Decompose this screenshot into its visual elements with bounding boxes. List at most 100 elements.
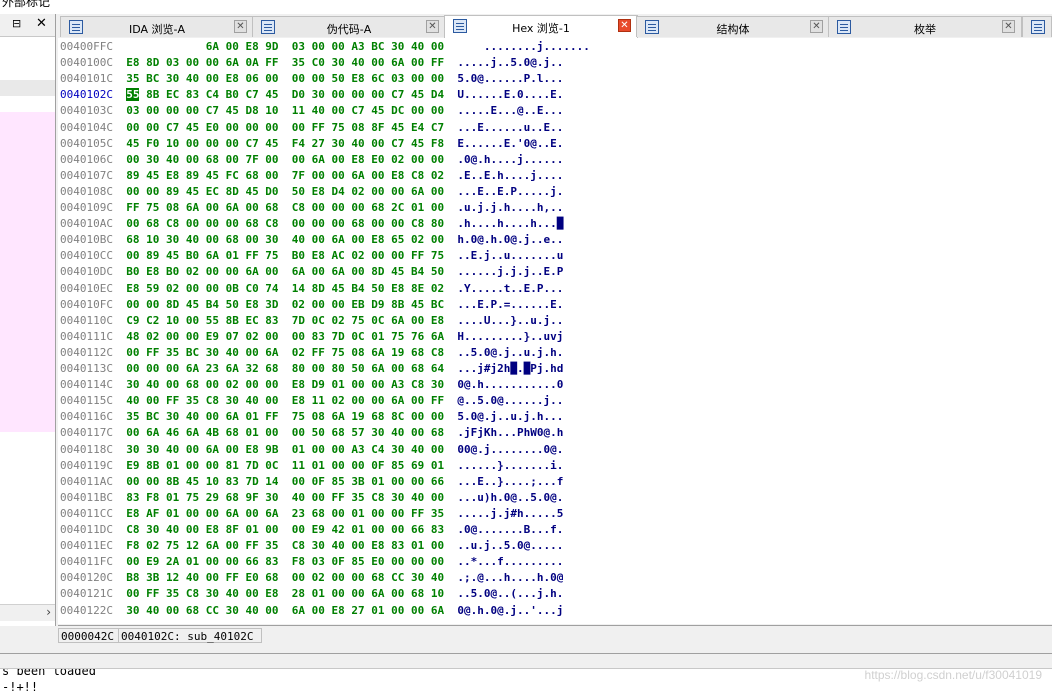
hex-row-bytes[interactable]: 55 8B EC 83 C4 B0 C7 45 D0 30 00 00 00 C… [126,88,444,102]
hex-row-ascii[interactable]: .0@.h....j...... [457,153,563,166]
hex-row-bytes[interactable]: 89 45 E8 89 45 FC 68 00 7F 00 00 6A 00 E… [126,169,444,182]
hex-row-bytes[interactable]: 68 10 30 40 00 68 00 30 40 00 6A 00 E8 6… [126,233,444,246]
hex-row-bytes[interactable]: FF 75 08 6A 00 6A 00 68 C8 00 00 00 68 2… [126,201,444,214]
hex-row-ascii[interactable]: ...j#j2h█.█Pj.hd [457,362,563,375]
hex-row-ascii[interactable]: ....U...}..u.j.. [457,314,563,327]
hex-row-bytes[interactable]: E8 AF 01 00 00 6A 00 6A 23 68 00 01 00 0… [126,507,444,520]
hex-row-ascii[interactable]: ...u)h.0@..5.0@. [457,491,563,504]
hex-row-ascii[interactable]: .....j..5.0@.j.. [457,56,563,69]
hex-row-ascii[interactable]: .....E...@..E... [457,104,563,117]
hex-row-ascii[interactable]: ...E..E.P.....j. [457,185,563,198]
tab-ida-view[interactable]: IDA 浏览-A ✕ [60,16,254,37]
hex-row-ascii[interactable]: h.0@.h.0@.j..e.. [457,233,563,246]
hex-row-bytes[interactable]: B0 E8 B0 02 00 00 6A 00 6A 00 6A 00 8D 4… [126,265,444,278]
hex-row[interactable]: 0040111C 48 02 00 00 E9 07 02 00 00 83 7… [60,329,563,345]
hex-row-ascii[interactable]: 0@.h.0@.j..'...j [457,604,563,617]
hex-row[interactable]: 0040102C 55 8B EC 83 C4 B0 C7 45 D0 30 0… [60,87,563,103]
hex-row[interactable]: 004011AC 00 00 8B 45 10 83 7D 14 00 0F 8… [60,474,563,490]
left-pane-horizontal-scrollbar[interactable]: › [0,604,55,621]
hex-row-ascii[interactable]: ..5.0@..(...j.h. [457,587,563,600]
hex-row-bytes[interactable]: B8 3B 12 40 00 FF E0 68 00 02 00 00 68 C… [126,571,444,584]
hex-row-ascii[interactable]: .;.@...h....h.0@ [457,571,563,584]
hex-row[interactable]: 0040115C 40 00 FF 35 C8 30 40 00 E8 11 0… [60,393,563,409]
hex-row[interactable]: 0040121C 00 FF 35 C8 30 40 00 E8 28 01 0… [60,586,563,602]
hex-row-ascii[interactable]: ...E..}....;...f [457,475,563,488]
hex-dump-view[interactable]: 00400FFC 6A 00 E8 9D 03 00 00 A3 BC 30 4… [58,38,1052,624]
tab-close-icon[interactable]: ✕ [1002,20,1015,33]
hex-row-ascii[interactable]: 5.0@.j..u.j.h... [457,410,563,423]
hex-row-bytes[interactable]: 35 BC 30 40 00 6A 01 FF 75 08 6A 19 68 8… [126,410,444,423]
hex-row-bytes[interactable]: 35 BC 30 40 00 E8 06 00 00 00 50 E8 6C 0… [126,72,444,85]
hex-row-bytes[interactable]: E9 8B 01 00 00 81 7D 0C 11 01 00 00 0F 8… [126,459,444,472]
tab-hex-view[interactable]: Hex 浏览-1 ✕ [444,15,638,38]
hex-row[interactable]: 0040100C E8 8D 03 00 00 6A 0A FF 35 C0 3… [60,55,563,71]
hex-row-ascii[interactable]: E......E.'0@..E. [457,137,563,150]
hex-row-bytes[interactable]: E8 59 02 00 00 0B C0 74 14 8D 45 B4 50 E… [126,282,444,295]
hex-row[interactable]: 004010DC B0 E8 B0 02 00 00 6A 00 6A 00 6… [60,264,563,280]
hex-row-ascii[interactable]: U......E.0....E. [457,88,563,101]
hex-row[interactable]: 0040110C C9 C2 10 00 55 8B EC 83 7D 0C 0… [60,313,563,329]
hex-row[interactable]: 004011FC 00 E9 2A 01 00 00 66 83 F8 03 0… [60,554,563,570]
hex-row-bytes[interactable]: C8 30 40 00 E8 8F 01 00 00 E9 42 01 00 0… [126,523,444,536]
hex-row-bytes[interactable]: 30 40 00 68 00 02 00 00 E8 D9 01 00 00 A… [126,378,444,391]
hex-row-ascii[interactable]: 00@.j........0@. [457,443,563,456]
hex-row-bytes[interactable]: 00 00 C7 45 E0 00 00 00 00 FF 75 08 8F 4… [126,121,444,134]
hex-row-bytes[interactable]: 83 F8 01 75 29 68 9F 30 40 00 FF 35 C8 3… [126,491,444,504]
hex-row[interactable]: 00400FFC 6A 00 E8 9D 03 00 00 A3 BC 30 4… [60,39,590,55]
hex-row[interactable]: 0040119C E9 8B 01 00 00 81 7D 0C 11 01 0… [60,458,563,474]
hex-row-bytes[interactable]: 00 89 45 B0 6A 01 FF 75 B0 E8 AC 02 00 0… [126,249,444,262]
hex-row[interactable]: 0040122C 30 40 00 68 CC 30 40 00 6A 00 E… [60,603,563,619]
hex-row[interactable]: 0040104C 00 00 C7 45 E0 00 00 00 00 FF 7… [60,120,563,136]
hex-row[interactable]: 0040101C 35 BC 30 40 00 E8 06 00 00 00 5… [60,71,563,87]
hex-row-bytes[interactable]: F8 02 75 12 6A 00 FF 35 C8 30 40 00 E8 8… [126,539,444,552]
tab-pseudocode[interactable]: 伪代码-A ✕ [252,16,446,37]
hex-row-ascii[interactable]: .0@.......B...f. [457,523,563,536]
hex-row-bytes[interactable]: 00 FF 35 BC 30 40 00 6A 02 FF 75 08 6A 1… [126,346,444,359]
hex-row-ascii[interactable]: .h....h....h...█ [457,217,563,230]
hex-row[interactable]: 0040112C 00 FF 35 BC 30 40 00 6A 02 FF 7… [60,345,563,361]
hex-row-bytes[interactable]: 00 00 89 45 EC 8D 45 D0 50 E8 D4 02 00 0… [126,185,444,198]
hex-row-bytes[interactable]: 48 02 00 00 E9 07 02 00 00 83 7D 0C 01 7… [126,330,444,343]
pin-icon[interactable]: ⊟ [12,17,21,30]
hex-row[interactable]: 0040113C 00 00 00 6A 23 6A 32 68 80 00 8… [60,361,563,377]
hex-row-ascii[interactable]: ..5.0@.j..u.j.h. [457,346,563,359]
tab-enums[interactable]: 枚举 ✕ [828,16,1022,37]
tab-close-icon[interactable]: ✕ [618,19,631,32]
hex-row-ascii[interactable]: 0@.h...........0 [457,378,563,391]
hex-row[interactable]: 0040103C 03 00 00 00 C7 45 D8 10 11 40 0… [60,103,563,119]
output-window[interactable]: s been loaded -!+!! https://blog.csdn.ne… [0,668,1052,694]
hex-cursor-byte[interactable]: 55 [126,88,140,102]
hex-row-ascii[interactable]: .jFjKh...PhW0@.h [457,426,563,439]
hex-row[interactable]: 004010AC 00 68 C8 00 00 00 68 C8 00 00 0… [60,216,563,232]
hex-row-ascii[interactable]: ......}.......i. [457,459,563,472]
tab-close-icon[interactable]: ✕ [426,20,439,33]
hex-row-bytes[interactable]: 30 40 00 68 CC 30 40 00 6A 00 E8 27 01 0… [126,604,444,617]
hex-row-ascii[interactable]: ......j.j.j..E.P [457,265,563,278]
hex-row-ascii[interactable]: H.........}..uvj [457,330,563,343]
hex-row[interactable]: 004011EC F8 02 75 12 6A 00 FF 35 C8 30 4… [60,538,563,554]
hex-row-bytes[interactable]: 00 FF 35 C8 30 40 00 E8 28 01 00 00 6A 0… [126,587,444,600]
hex-row[interactable]: 0040108C 00 00 89 45 EC 8D 45 D0 50 E8 D… [60,184,563,200]
left-pane-selected-row[interactable] [0,80,55,96]
hex-row[interactable]: 0040116C 35 BC 30 40 00 6A 01 FF 75 08 6… [60,409,563,425]
hex-row[interactable]: 0040106C 00 30 40 00 68 00 7F 00 00 6A 0… [60,152,563,168]
hex-row[interactable]: 0040114C 30 40 00 68 00 02 00 00 E8 D9 0… [60,377,563,393]
hex-row[interactable]: 0040118C 30 30 40 00 6A 00 E8 9B 01 00 0… [60,442,563,458]
hex-row[interactable]: 0040109C FF 75 08 6A 00 6A 00 68 C8 00 0… [60,200,563,216]
hex-row-ascii[interactable]: ...E.P.=......E. [457,298,563,311]
hex-row[interactable]: 0040107C 89 45 E8 89 45 FC 68 00 7F 00 0… [60,168,563,184]
hex-row-bytes[interactable]: 30 30 40 00 6A 00 E8 9B 01 00 00 A3 C4 3… [126,443,444,456]
hex-row-ascii[interactable]: ........j....... [457,40,590,53]
hex-row-bytes[interactable]: 00 00 00 6A 23 6A 32 68 80 00 80 50 6A 0… [126,362,444,375]
hex-row[interactable]: 004010BC 68 10 30 40 00 68 00 30 40 00 6… [60,232,563,248]
pane-divider[interactable] [0,653,1052,654]
tab-structures[interactable]: 结构体 ✕ [636,16,830,37]
hex-row[interactable]: 004011DC C8 30 40 00 E8 8F 01 00 00 E9 4… [60,522,563,538]
hex-row-bytes[interactable]: 03 00 00 00 C7 45 D8 10 11 40 00 C7 45 D… [126,104,444,117]
hex-row-bytes[interactable]: 00 E9 2A 01 00 00 66 83 F8 03 0F 85 E0 0… [126,555,444,568]
hex-row-bytes[interactable]: C9 C2 10 00 55 8B EC 83 7D 0C 02 75 0C 6… [126,314,444,327]
hex-row[interactable]: 004010EC E8 59 02 00 00 0B C0 74 14 8D 4… [60,281,563,297]
tab-overflow[interactable] [1022,16,1052,37]
hex-row-ascii[interactable]: ..*...f......... [457,555,563,568]
hex-row[interactable]: 0040105C 45 F0 10 00 00 00 C7 45 F4 27 3… [60,136,563,152]
